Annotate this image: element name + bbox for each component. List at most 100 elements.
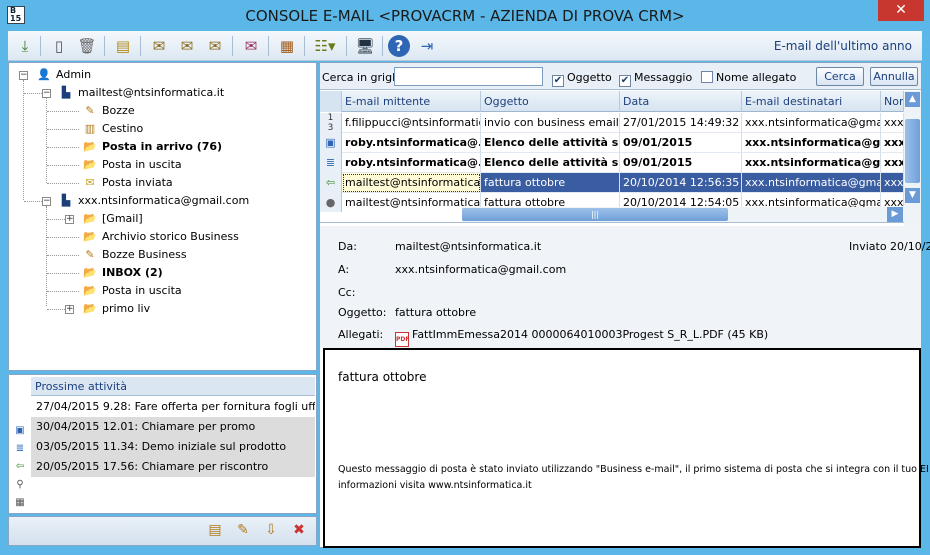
cell-subject: Elenco delle attività s... — [481, 133, 620, 153]
email-panel: Cerca in griglia ✔ Oggetto ✔ Messaggio Nom… — [319, 62, 930, 548]
cell-recipients: xxx.ntsinformatica@gmai... — [742, 173, 881, 193]
collapse-icon[interactable]: − — [19, 71, 28, 80]
envelope-icon[interactable]: ✉ — [240, 35, 262, 57]
scroll-right-icon[interactable]: ▶ — [887, 207, 903, 222]
cell-recipients: xxx.ntsinformatica@g... — [742, 153, 881, 173]
tree-folder-inbox2[interactable]: 📂 INBOX (2) — [81, 264, 163, 281]
help-icon[interactable]: ? — [388, 35, 410, 57]
scroll-down-icon[interactable]: ▼ — [905, 188, 920, 203]
email-period-label[interactable]: E-mail dell'ultimo anno — [774, 39, 912, 53]
close-button[interactable]: ✕ — [878, 0, 924, 21]
attachment-link[interactable]: PDF FattImmEmessa2014 0000064010003Proges… — [395, 328, 768, 347]
expand-icon[interactable]: + — [65, 305, 74, 314]
search-button[interactable]: Cerca — [816, 67, 864, 86]
column-header-sender[interactable]: E-mail mittente — [342, 91, 481, 112]
open-folder-icon[interactable]: ▤ — [205, 522, 225, 542]
cell-date: 20/10/2014 12:56:35 — [620, 173, 742, 193]
activities-header: Prossime attività — [31, 377, 315, 396]
tree-folder-gmail[interactable]: 📂 [Gmail] — [81, 210, 143, 227]
oggetto-checkbox[interactable]: ✔ Oggetto — [552, 71, 612, 87]
tree-line — [47, 273, 79, 274]
tree-line — [24, 93, 42, 94]
edit-note-icon[interactable]: ✎ — [233, 522, 253, 542]
collapse-icon[interactable]: − — [42, 89, 51, 98]
activity-row[interactable]: 03/05/2015 11.34: Demo iniziale sul prod… — [31, 437, 315, 457]
search-input[interactable] — [394, 67, 543, 86]
reply-all-icon[interactable]: ✉ — [176, 35, 198, 57]
body-footer: Questo messaggio di posta è stato inviat… — [338, 462, 928, 494]
from-value: mailtest@ntsinformatica.it — [395, 240, 542, 253]
search-small-icon[interactable]: ⚲ — [11, 479, 29, 497]
activity-row[interactable]: 30/04/2015 12.01: Chiamare per promo — [31, 417, 315, 437]
exit-icon[interactable]: ⇥ — [416, 35, 438, 57]
collapse-icon[interactable]: − — [42, 197, 51, 206]
calendar-small-icon[interactable]: ▣ — [11, 425, 29, 443]
move-folder-icon[interactable]: ▤ — [112, 35, 134, 57]
trash-icon[interactable]: 🗑 — [76, 35, 98, 57]
tree-folder-inbox[interactable]: 📂 Posta in arrivo (76) — [81, 138, 222, 155]
unchecked-icon — [701, 71, 713, 83]
trash-folder-icon: ▥ — [84, 122, 96, 135]
to-label: A: — [338, 263, 350, 276]
tree-line — [47, 291, 79, 292]
tree-folder-drafts-business[interactable]: ✎ Bozze Business — [81, 246, 186, 263]
column-header-recipients[interactable]: E-mail destinatari — [742, 91, 881, 112]
column-header-name[interactable]: Nome — [881, 91, 904, 112]
scroll-up-icon[interactable]: ▲ — [905, 92, 920, 107]
new-document-icon[interactable]: ▯ — [48, 35, 70, 57]
tree-account[interactable]: ▙ mailtest@ntsinformatica.it — [57, 84, 224, 101]
tree-root-admin[interactable]: 👤 Admin — [35, 66, 91, 83]
tree-line — [47, 165, 79, 166]
scroll-thumb[interactable]: ||| — [462, 208, 728, 221]
cell-name: xxx — [881, 133, 904, 153]
delete-note-icon[interactable]: ✖ — [289, 522, 309, 542]
import-small-icon[interactable]: ⇦ — [11, 461, 29, 479]
activity-row[interactable]: 27/04/2015 9.28: Fare offerta per fornit… — [31, 397, 315, 417]
download-icon[interactable]: ⤓ — [14, 35, 36, 57]
messaggio-checkbox[interactable]: ✔ Messaggio — [619, 71, 692, 87]
forward-icon[interactable]: ✉ — [204, 35, 226, 57]
expand-icon[interactable]: + — [65, 215, 74, 224]
tree-folder-outbox2[interactable]: 📂 Posta in uscita — [81, 282, 182, 299]
activity-row[interactable]: 20/05/2015 17.56: Chiamare per riscontro — [31, 457, 315, 477]
main-toolbar: ⤓ ▯ 🗑 ▤ ✉ ✉ ✉ ✉ ▦ ☷▾ 🖥 ? ⇥ E-mail dell'u… — [8, 31, 922, 61]
tree-folder-outbox[interactable]: 📂 Posta in uscita — [81, 156, 182, 173]
move-note-icon[interactable]: ⇩ — [261, 522, 281, 542]
tree-folder-cestino[interactable]: ▥ Cestino — [81, 120, 143, 137]
tree-line — [47, 147, 79, 148]
cancel-search-button[interactable]: Annulla — [870, 67, 918, 86]
folder-icon: 📂 — [83, 212, 97, 225]
column-header-subject[interactable]: Oggetto — [481, 91, 620, 112]
window-title: CONSOLE E-MAIL <PROVACRM - AZIENDA DI PR… — [245, 7, 685, 25]
tree-folder-sent[interactable]: ✉ Posta inviata — [81, 174, 172, 191]
grid-small-icon[interactable]: ▦ — [11, 497, 29, 515]
grid-search-bar: Cerca in griglia ✔ Oggetto ✔ Messaggio Nom… — [320, 63, 921, 90]
tree-folder-label: Bozze — [102, 104, 135, 117]
body-subject: fattura ottobre — [338, 370, 427, 384]
table-row[interactable]: roby.ntsinformatica@... Elenco delle att… — [342, 133, 904, 153]
message-body[interactable]: fattura ottobre Questo messaggio di post… — [323, 348, 928, 548]
row-indicator: 13 — [320, 113, 342, 133]
tree-account[interactable]: ▙ xxx.ntsinformatica@gmail.com — [57, 192, 249, 209]
toolbar-separator — [382, 36, 383, 56]
scroll-thumb[interactable] — [905, 119, 920, 183]
grid-horizontal-scrollbar[interactable]: ||| ▶ — [462, 207, 921, 222]
table-row[interactable]: f.filippucci@ntsinformatica.it invio con… — [342, 113, 904, 133]
allegato-label: Nome allegato — [716, 71, 797, 84]
tree-folder-primo-liv[interactable]: 📂 primo liv — [81, 300, 150, 317]
table-row[interactable]: roby.ntsinformatica@... Elenco delle att… — [342, 153, 904, 173]
tree-folder-bozze[interactable]: ✎ Bozze — [81, 102, 135, 119]
tree-line — [47, 129, 79, 130]
allegato-checkbox[interactable]: Nome allegato — [701, 71, 796, 84]
table-row-selected[interactable]: mailtest@ntsinformatica.it fattura ottob… — [342, 173, 904, 193]
cell-sender: roby.ntsinformatica@... — [342, 133, 481, 153]
list-small-icon[interactable]: ≣ — [11, 443, 29, 461]
column-header-date[interactable]: Data — [620, 91, 742, 112]
tree-folder-archive[interactable]: 📂 Archivio storico Business — [81, 228, 239, 245]
calendar-icon[interactable]: ▦ — [276, 35, 298, 57]
reply-icon[interactable]: ✉ — [148, 35, 170, 57]
folder-icon: 📂 — [83, 266, 97, 279]
monitor-icon[interactable]: 🖥 — [354, 35, 376, 57]
tree-line — [47, 255, 79, 256]
view-options-icon[interactable]: ☷▾ — [310, 35, 340, 57]
